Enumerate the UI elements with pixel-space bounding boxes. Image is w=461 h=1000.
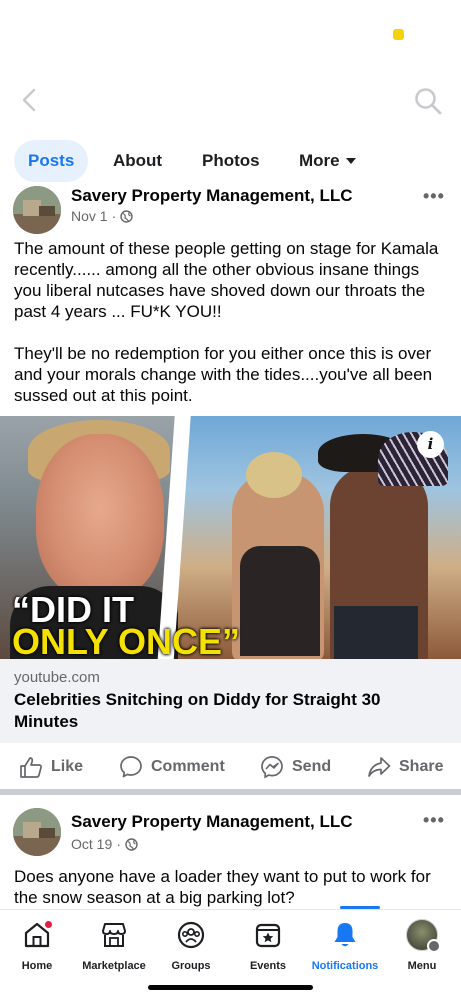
post-header: Savery Property Management, LLC Nov 1 · … [0, 186, 461, 234]
caret-down-icon [345, 157, 356, 164]
share-label: Share [399, 758, 444, 775]
notification-dot [43, 919, 54, 930]
image-shorts-shape [334, 606, 418, 659]
post-options-button[interactable]: ••• [423, 186, 445, 207]
post-text: Does anyone have a loader they want to p… [14, 867, 431, 907]
marketplace-icon [102, 923, 126, 947]
tabbar-label: Menu [407, 960, 437, 972]
like-button[interactable]: Like [19, 753, 83, 781]
tab-photos[interactable]: Photos [202, 140, 260, 182]
tab-more[interactable]: More [299, 140, 356, 182]
back-button[interactable] [14, 84, 44, 116]
top-nav-bar [0, 80, 461, 120]
like-label: Like [51, 758, 84, 775]
link-domain: youtube.com [14, 669, 100, 686]
tab-more-label: More [299, 151, 340, 170]
link-title: Celebrities Snitching on Diddy for Strai… [14, 690, 381, 731]
avatar[interactable] [13, 186, 61, 234]
post-options-button[interactable]: ••• [423, 810, 445, 831]
link-preview-meta[interactable]: youtube.com Celebrities Snitching on Did… [0, 659, 461, 743]
post-action-bar: Like Comment Send Share [0, 747, 461, 787]
image-swimsuit-shape [240, 546, 320, 656]
post-meta: Nov 1 · [71, 208, 133, 224]
tabbar-item-notifications[interactable]: Notifications [305, 918, 385, 972]
comment-label: Comment [151, 758, 225, 775]
post-header: Savery Property Management, LLC Oct 19 ·… [0, 808, 461, 856]
globe-icon [125, 837, 138, 851]
post-author[interactable]: Savery Property Management, LLC [71, 812, 353, 832]
events-icon [255, 923, 281, 948]
messenger-icon [261, 756, 283, 779]
chevron-left-icon [22, 88, 36, 112]
feed-separator [0, 789, 461, 795]
search-button[interactable] [410, 84, 446, 118]
share-icon [368, 757, 391, 777]
home-indicator [148, 985, 313, 990]
image-caption-line: ONLY ONCE” [12, 621, 241, 660]
tabbar-label: Home [21, 960, 53, 972]
info-icon[interactable]: i [417, 431, 444, 458]
tabbar-label: Notifications [311, 960, 379, 972]
image-face-shape [36, 434, 164, 599]
meta-separator: · [111, 208, 117, 224]
link-preview-image[interactable]: i “DID IT ONLY ONCE” [0, 416, 461, 659]
post-date[interactable]: Nov 1 [71, 208, 108, 224]
post-meta: Oct 19 · [71, 836, 138, 852]
globe-icon [120, 209, 133, 223]
bell-icon [334, 923, 356, 947]
avatar[interactable] [13, 808, 61, 856]
post-author[interactable]: Savery Property Management, LLC [71, 186, 353, 206]
comment-icon [120, 756, 142, 778]
menu-badge-icon [427, 939, 441, 953]
post-date[interactable]: Oct 19 [71, 836, 112, 852]
tabbar-item-events[interactable]: Events [228, 918, 308, 972]
status-indicator-dot [393, 29, 404, 40]
groups-icon [177, 921, 205, 949]
tab-about[interactable]: About [113, 140, 162, 182]
tabbar-item-groups[interactable]: Groups [151, 918, 231, 972]
profile-tabs: Posts About Photos More [0, 138, 461, 184]
tabbar-label: Marketplace [82, 960, 146, 972]
send-button[interactable]: Send [260, 753, 331, 781]
avatar-photo [13, 808, 61, 856]
image-person-hair-shape [246, 452, 302, 498]
tabbar-label: Groups [171, 960, 211, 972]
send-label: Send [292, 758, 332, 775]
share-button[interactable]: Share [367, 753, 443, 781]
avatar-photo [13, 186, 61, 234]
tab-posts[interactable]: Posts [14, 140, 89, 182]
meta-separator: · [116, 836, 121, 852]
tabbar-item-menu[interactable]: Menu [382, 918, 461, 972]
post-text: The amount of these people getting on st… [14, 239, 439, 405]
thumbs-up-icon [20, 757, 42, 778]
image-caption: “DID IT ONLY ONCE” [12, 592, 241, 660]
profile-avatar [406, 919, 441, 953]
tabbar-item-marketplace[interactable]: Marketplace [74, 918, 154, 972]
tabbar-item-home[interactable]: Home [0, 918, 77, 972]
comment-button[interactable]: Comment [119, 753, 225, 781]
tabbar-label: Events [249, 960, 287, 972]
search-icon [415, 88, 442, 115]
